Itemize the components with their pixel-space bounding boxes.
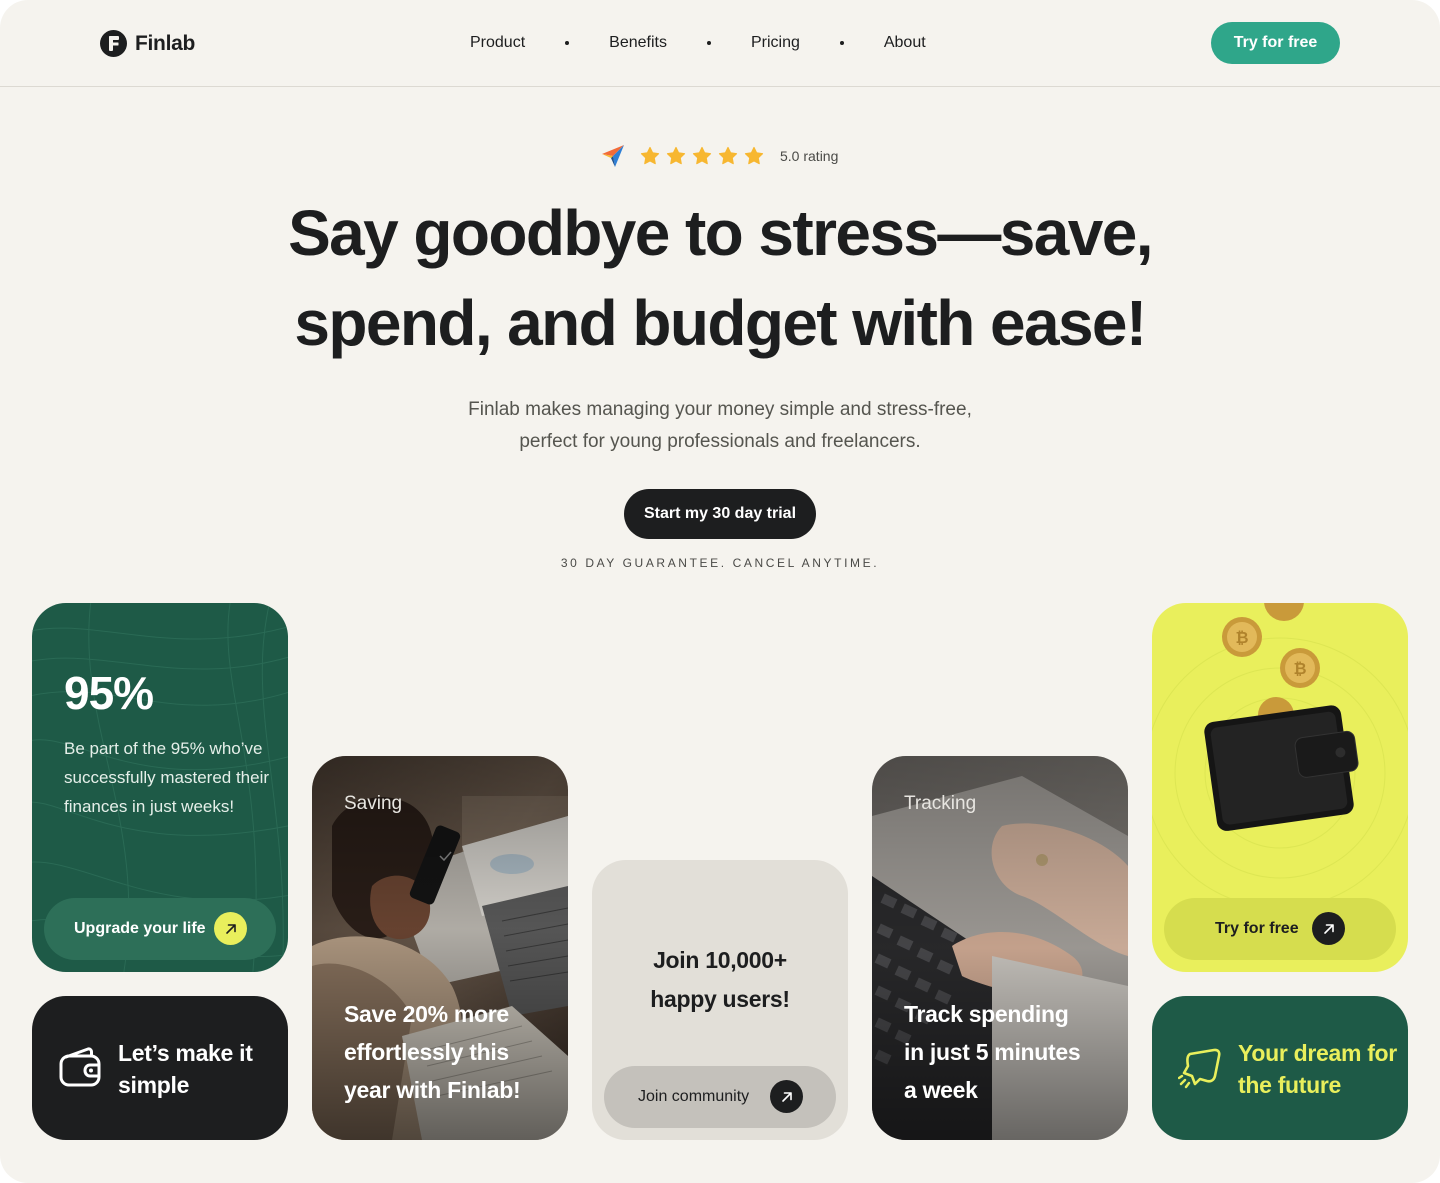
finlab-logo-icon bbox=[100, 30, 127, 57]
landing-page: Finlab Product Benefits Pricing About Tr… bbox=[0, 0, 1440, 1183]
nav-separator-dot bbox=[565, 41, 570, 45]
rating-row: 5.0 rating bbox=[600, 143, 838, 169]
rocket-icon bbox=[1178, 1048, 1221, 1089]
stat-value: 95% bbox=[64, 667, 154, 719]
community-title-text: Join 10,000+ happy users! bbox=[650, 947, 790, 1012]
subhead-line-1: Finlab makes managing your money simple … bbox=[468, 399, 972, 420]
arrow-up-right-icon bbox=[214, 912, 247, 945]
brand-name: Finlab bbox=[135, 31, 196, 55]
bitcoin-coin: ₿ bbox=[1222, 617, 1262, 657]
nav-link-pricing[interactable]: Pricing bbox=[751, 34, 800, 52]
saving-label: Saving bbox=[344, 793, 403, 814]
wallet-cta-label: Try for free bbox=[1215, 920, 1299, 937]
svg-text:₿: ₿ bbox=[1235, 628, 1248, 647]
upgrade-your-life-button[interactable]: Upgrade your life bbox=[44, 898, 276, 960]
subhead-line-2: perfect for young professionals and free… bbox=[519, 431, 921, 452]
headline-line-1: Say goodbye to stress—save, bbox=[288, 197, 1153, 269]
hero-headline: Say goodbye to stress—save, spend, and b… bbox=[220, 188, 1220, 368]
simple-card-text: Let’s make it simple bbox=[118, 1040, 253, 1098]
nav-separator-dot bbox=[839, 41, 844, 45]
star-icon bbox=[718, 146, 738, 165]
nav-separator-dot bbox=[706, 41, 711, 45]
arrow-up-right-icon bbox=[1312, 912, 1345, 945]
guarantee-note: 30 DAY GUARANTEE. CANCEL ANYTIME. bbox=[560, 556, 880, 570]
try-for-free-button[interactable]: Try for free bbox=[1211, 22, 1340, 64]
nav-link-product[interactable]: Product bbox=[470, 34, 525, 52]
wallet-try-for-free-button[interactable]: Try for free bbox=[1164, 898, 1396, 960]
brand-logo[interactable]: Finlab bbox=[100, 30, 195, 57]
star-rating bbox=[640, 146, 764, 166]
wallet-icon bbox=[59, 1047, 101, 1087]
hero-subhead: Finlab makes managing your money simple … bbox=[420, 394, 1020, 458]
nav-links: Product Benefits Pricing About bbox=[470, 34, 926, 52]
upgrade-label: Upgrade your life bbox=[74, 920, 206, 937]
top-navbar: Finlab Product Benefits Pricing About Tr… bbox=[0, 0, 1440, 87]
join-community-button[interactable]: Join community bbox=[604, 1066, 836, 1128]
stat-description: Be part of the 95% who’ve successfully m… bbox=[64, 739, 270, 816]
join-community-label: Join community bbox=[638, 1088, 750, 1105]
nav-link-about[interactable]: About bbox=[884, 34, 926, 52]
tracking-title: Track spending in just 5 minutes a week bbox=[904, 1001, 1081, 1103]
star-icon bbox=[744, 146, 764, 165]
community-title: Join 10,000+ happy users! bbox=[592, 941, 848, 1019]
tracking-label: Tracking bbox=[904, 793, 977, 814]
future-card-text: Your dream for the future bbox=[1238, 1040, 1397, 1098]
star-icon bbox=[666, 146, 686, 165]
star-icon bbox=[640, 146, 660, 165]
rating-text: 5.0 rating bbox=[780, 148, 839, 164]
arrow-up-right-icon bbox=[770, 1080, 803, 1113]
start-trial-button[interactable]: Start my 30 day trial bbox=[624, 489, 816, 539]
nav-link-benefits[interactable]: Benefits bbox=[609, 34, 667, 52]
saving-title: Save 20% more effortlessly this year wit… bbox=[344, 1001, 521, 1103]
headline-line-2: spend, and budget with ease! bbox=[294, 287, 1147, 359]
paper-plane-icon bbox=[602, 145, 624, 167]
star-icon bbox=[692, 146, 712, 165]
svg-text:₿: ₿ bbox=[1293, 659, 1306, 678]
